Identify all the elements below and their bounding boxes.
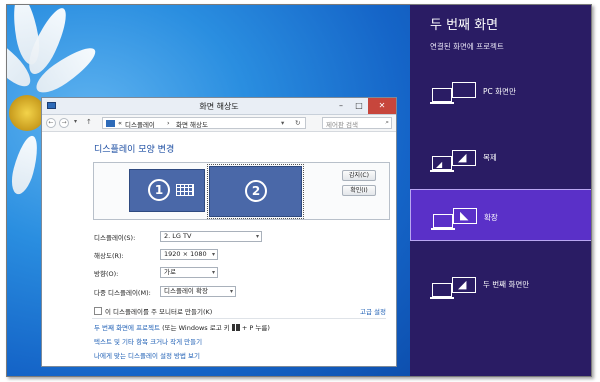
recent-dropdown-icon[interactable]: ▾ [74,118,77,125]
refresh-icon[interactable]: ↻ [295,119,300,127]
address-breadcrumb[interactable]: « 디스플레이 › 화면 해상도 ▾ ↻ [102,117,306,129]
option-label: 확장 [484,213,498,222]
control-panel-icon [106,120,115,127]
text-size-link[interactable]: 텍스트 및 기타 항목 크거나 작게 만들기 [94,336,202,346]
option-label: PC 화면만 [483,87,516,96]
display-settings-help-link[interactable]: 나에게 맞는 디스플레이 설정 방법 보기 [94,350,200,360]
screen-resolution-window: 화면 해상도 – □ ✕ ← → ▾ ↑ « 디스플레이 › 화면 해상도 ▾ … [41,97,397,367]
chevron-down-icon: ▾ [211,269,215,276]
breadcrumb-resolution[interactable]: 화면 해상도 [176,119,208,129]
display-label: 디스플레이(S): [94,234,136,242]
project-charm-panel: 두 번째 화면 연결된 화면에 프로젝트 PC 화면만 ◢ ◢ 복제 ◣ 확장 … [410,5,591,376]
option-second-screen-only[interactable]: ◢ 두 번째 화면만 [410,259,591,311]
grid-icon [176,184,194,196]
chevron-down-icon[interactable]: ▾ [281,119,284,127]
flower-petal [7,133,43,197]
chevron-down-icon: ▾ [211,251,215,258]
search-input[interactable]: 제어판 검색 ⌕ [322,117,392,129]
monitor-arrangement: 1 2 감지(C) 확인(I) [93,162,390,220]
monitor-2[interactable]: 2 [207,164,304,219]
chevron-down-icon: ▾ [229,288,233,295]
monitor-1-number: 1 [148,179,170,201]
breadcrumb-separator: › [167,119,170,127]
monitor-1[interactable]: 1 [129,169,205,212]
resolution-label: 해상도(R): [94,252,124,260]
multiple-displays-select[interactable]: 디스플레이 확장 ▾ [160,286,236,297]
search-icon[interactable]: ⌕ [385,118,389,127]
up-arrow-icon[interactable]: ↑ [86,118,92,126]
panel-subtitle: 연결된 화면에 프로젝트 [430,42,504,51]
option-label: 두 번째 화면만 [483,280,530,289]
flower-center [9,95,45,131]
divider [92,318,386,319]
page-heading: 디스플레이 모양 변경 [94,145,175,155]
address-bar: ← → ▾ ↑ « 디스플레이 › 화면 해상도 ▾ ↻ 제어판 검색 ⌕ [42,115,396,132]
option-label: 복제 [483,153,497,162]
primary-display-checkbox[interactable] [94,307,102,315]
minimize-button[interactable]: – [332,98,350,114]
display-select[interactable]: 2. LG TV ▾ [160,231,262,242]
breadcrumb-display[interactable]: 디스플레이 [125,119,155,129]
option-pc-screen-only[interactable]: PC 화면만 [410,65,591,117]
detect-button[interactable]: 감지(C) [342,170,376,181]
advanced-settings-link[interactable]: 고급 설정 [360,306,386,316]
resolution-select[interactable]: 1920 × 1080 ▾ [160,249,218,260]
chevron-down-icon: ▾ [255,233,259,240]
screenshot-frame: 화면 해상도 – □ ✕ ← → ▾ ↑ « 디스플레이 › 화면 해상도 ▾ … [6,4,592,377]
project-second-screen-link[interactable]: 두 번째 화면에 프로젝트 (또는 Windows 로고 키 + P 누름) [94,322,270,332]
monitor-2-number: 2 [245,180,267,202]
orientation-select[interactable]: 가로 ▾ [160,267,218,278]
multiple-displays-label: 다중 디스플레이(M): [94,289,151,297]
windows-logo-icon [231,324,240,331]
close-button[interactable]: ✕ [368,98,396,114]
primary-display-label: 이 디스플레이를 주 모니터로 만들기(K) [105,308,213,316]
window-titlebar[interactable]: 화면 해상도 – □ ✕ [42,98,396,115]
orientation-label: 방향(O): [94,270,119,278]
forward-arrow-icon[interactable]: → [59,118,69,128]
maximize-button[interactable]: □ [350,98,368,114]
identify-button[interactable]: 확인(I) [342,185,376,196]
option-duplicate[interactable]: ◢ ◢ 복제 [410,133,591,185]
back-arrow-icon[interactable]: ← [46,118,56,128]
desktop-background: 화면 해상도 – □ ✕ ← → ▾ ↑ « 디스플레이 › 화면 해상도 ▾ … [7,5,410,376]
search-placeholder: 제어판 검색 [326,121,358,129]
panel-title: 두 번째 화면 [430,18,499,33]
content-area: 디스플레이 모양 변경 1 2 감지(C) 확인(I) 디스플레이(S): 2.… [42,132,396,366]
option-extend[interactable]: ◣ 확장 [410,189,591,241]
